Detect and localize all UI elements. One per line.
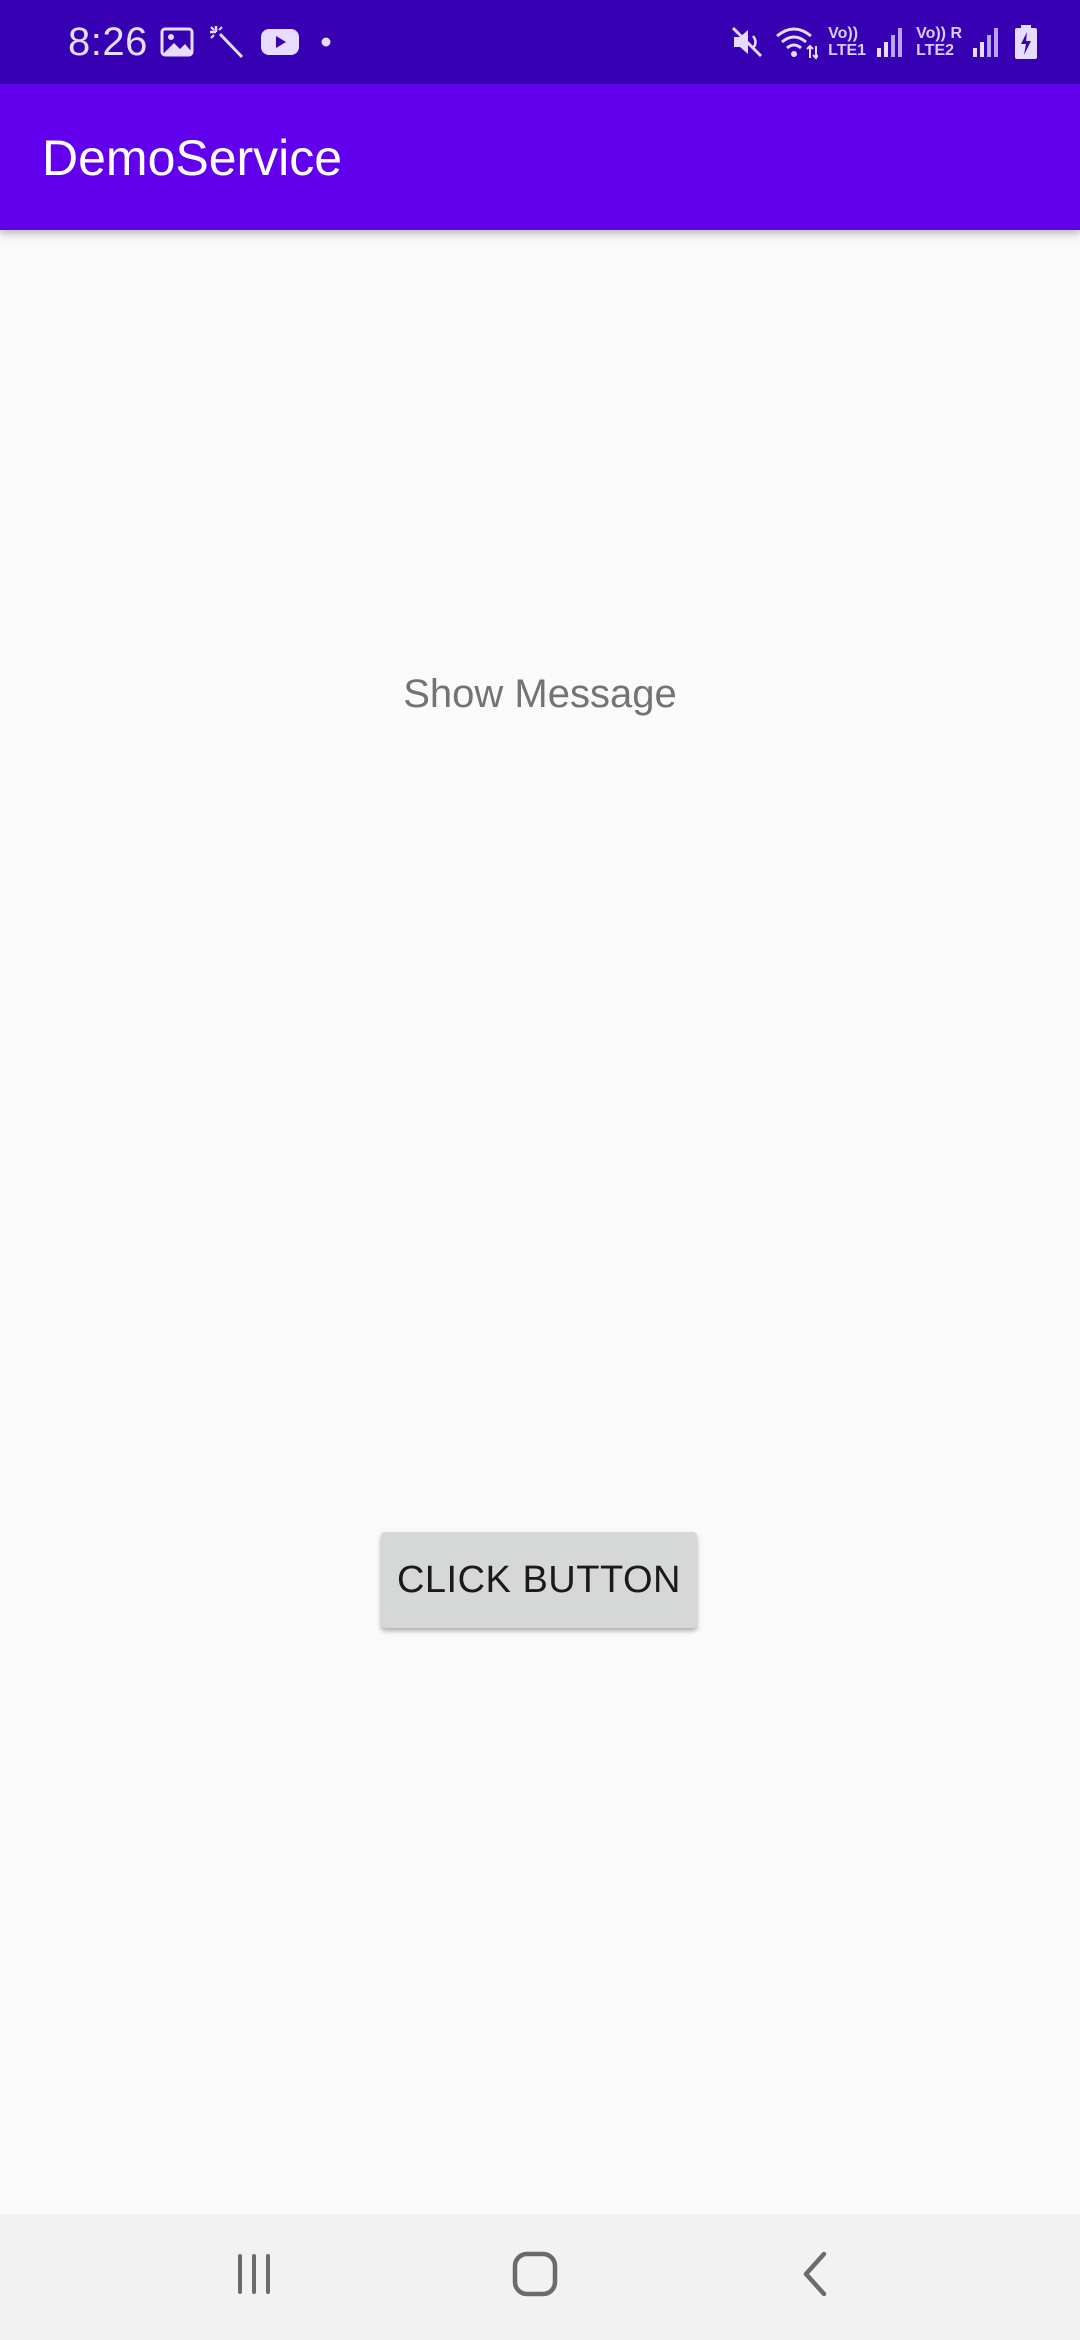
sim2-network-label: Vo)) R LTE2 [916, 25, 962, 59]
click-button[interactable]: CLICK BUTTON [381, 1532, 697, 1628]
sim2-volte-label: Vo)) R [916, 25, 962, 42]
magic-wand-icon [208, 24, 246, 60]
status-right-icons: Vo)) LTE1 Vo)) R LTE2 [730, 18, 1040, 66]
app-title: DemoService [42, 130, 343, 186]
signal-sim2-icon [972, 26, 1002, 58]
app-bar: DemoService [0, 84, 1080, 230]
navigation-bar [0, 2214, 1080, 2340]
mute-icon [730, 25, 764, 59]
back-icon [798, 2250, 834, 2303]
sim1-volte-label: Vo)) [828, 25, 859, 42]
battery-charging-icon [1012, 24, 1040, 60]
sim1-network-label: Vo)) LTE1 [828, 25, 866, 59]
gallery-icon [160, 27, 194, 57]
signal-sim1-icon [876, 26, 906, 58]
wifi-icon [774, 24, 819, 60]
home-button[interactable] [495, 2244, 575, 2308]
screen: 8:26 Vo)) LTE1 Vo)) R LTE2 DemoService S… [0, 0, 1080, 2340]
back-button[interactable] [776, 2244, 856, 2308]
sim2-lte-label: LTE2 [916, 42, 955, 59]
recent-apps-icon [234, 2253, 274, 2299]
status-time: 8:26 [68, 20, 148, 64]
recent-apps-button[interactable] [214, 2244, 294, 2308]
youtube-icon [260, 27, 300, 57]
notification-dot-icon [314, 27, 338, 57]
status-left-icons [160, 20, 338, 64]
status-bar: 8:26 Vo)) LTE1 Vo)) R LTE2 [0, 0, 1080, 84]
home-icon [511, 2250, 559, 2303]
show-message-text: Show Message [403, 672, 677, 716]
sim1-lte-label: LTE1 [828, 42, 867, 59]
